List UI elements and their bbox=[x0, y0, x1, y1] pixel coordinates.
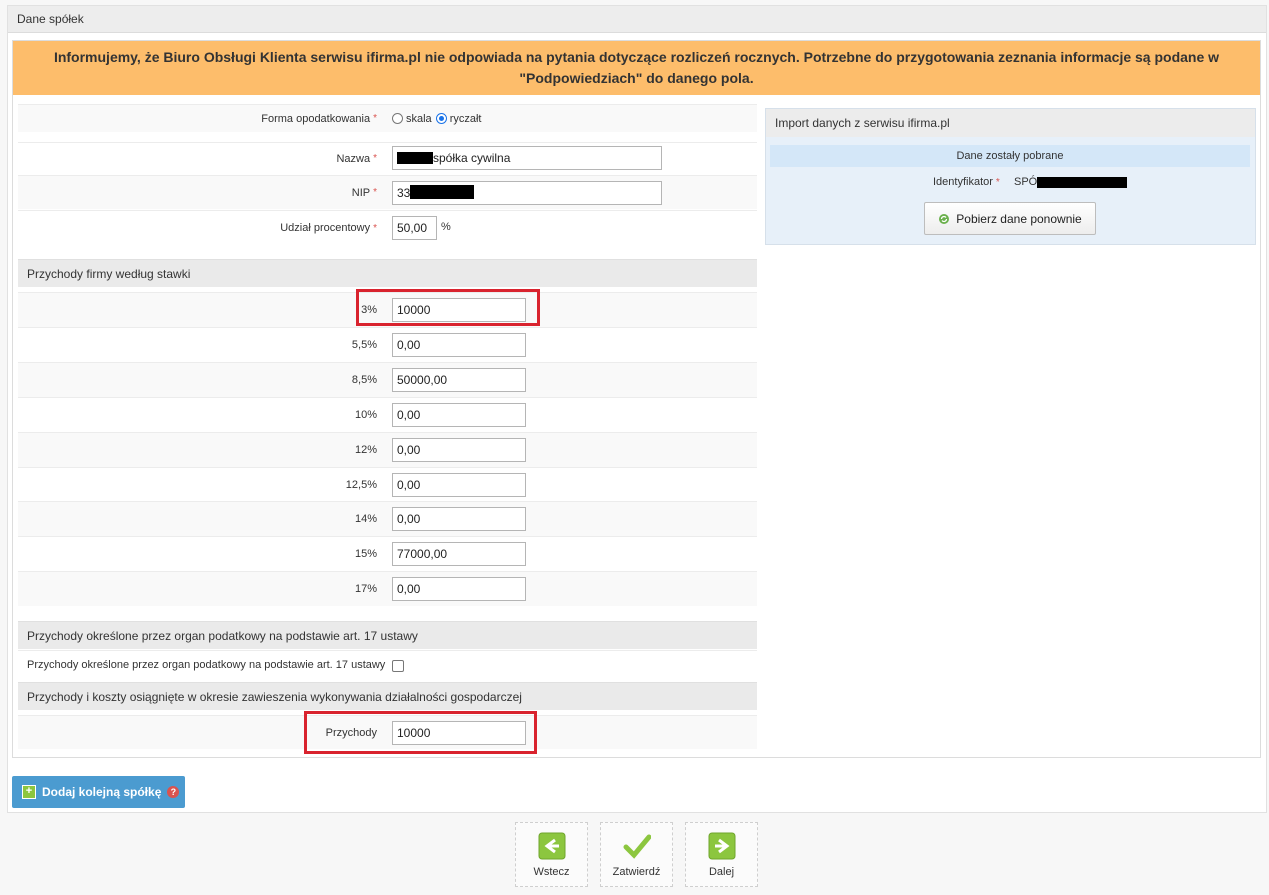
rate-value-input[interactable]: 0,00 bbox=[392, 403, 526, 427]
required-mark: * bbox=[373, 113, 377, 124]
identifier-value: SPÓ bbox=[1014, 176, 1128, 188]
redacted-block bbox=[410, 185, 475, 199]
rate-label: 17% bbox=[354, 583, 377, 595]
import-status: Dane zostały pobrane bbox=[770, 145, 1250, 167]
rate-label: 12,5% bbox=[345, 479, 377, 491]
rate-value-input[interactable]: 0,00 bbox=[392, 333, 526, 357]
highlight-box-suspension bbox=[304, 711, 537, 754]
revenue-rate-row: 15% bbox=[18, 536, 757, 571]
suspension-section-title: Przychody i koszty osiągnięte w okresie … bbox=[18, 682, 757, 710]
rate-value-input[interactable]: 0,00 bbox=[392, 577, 526, 601]
arrow-left-icon bbox=[538, 832, 565, 860]
redacted-block bbox=[1037, 176, 1128, 188]
import-title: Import danych z serwisu ifirma.pl bbox=[766, 109, 1255, 137]
rate-value-input[interactable]: 0,00 bbox=[392, 438, 526, 462]
required-mark: * bbox=[373, 187, 377, 198]
highlight-box-3-percent bbox=[356, 289, 540, 326]
identifier-label: Identyfikator bbox=[933, 176, 993, 188]
arrow-right-icon bbox=[708, 832, 735, 860]
tax-form-label: Forma opodatkowania bbox=[261, 112, 371, 125]
revenue-rate-row: 8,5% bbox=[18, 362, 757, 397]
nip-value: 33 bbox=[397, 186, 411, 200]
art17-checkbox[interactable] bbox=[392, 660, 404, 672]
identifier-text: SPÓ bbox=[1014, 176, 1038, 188]
next-button[interactable]: Dalej bbox=[685, 822, 758, 887]
tax-form-row: Forma opodatkowania * skala ryczałt bbox=[18, 104, 757, 132]
name-input[interactable]: spółka cywilna bbox=[392, 146, 662, 170]
plus-icon: + bbox=[22, 785, 36, 799]
revenue-rate-row: 5,5% bbox=[18, 327, 757, 362]
revenue-rate-row: 14% bbox=[18, 501, 757, 536]
checkmark-icon bbox=[623, 834, 651, 859]
radio-skala-label: skala bbox=[406, 112, 432, 125]
add-company-label: Dodaj kolejną spółkę bbox=[42, 785, 162, 799]
rate-label: 15% bbox=[354, 548, 377, 560]
refresh-button-label: Pobierz dane ponownie bbox=[956, 211, 1082, 226]
back-button[interactable]: Wstecz bbox=[515, 822, 588, 887]
required-mark: * bbox=[373, 222, 377, 234]
rate-label: 12% bbox=[354, 444, 377, 456]
confirm-button[interactable]: Zatwierdź bbox=[600, 822, 673, 887]
rate-label: 8,5% bbox=[351, 374, 377, 386]
name-value: spółka cywilna bbox=[433, 151, 511, 165]
share-label: Udział procentowy bbox=[280, 222, 371, 234]
required-mark: * bbox=[373, 153, 377, 164]
share-input[interactable]: 50,00 bbox=[392, 216, 437, 240]
rate-value-input[interactable]: 50000,00 bbox=[392, 368, 526, 392]
revenue-rate-row: 12,5% bbox=[18, 467, 757, 502]
rate-value-input[interactable]: 77000,00 bbox=[392, 542, 526, 566]
refresh-icon bbox=[939, 213, 950, 224]
nip-input[interactable]: 33 bbox=[392, 181, 662, 205]
share-row: Udział procentowy * bbox=[18, 210, 757, 245]
art17-section-title: Przychody określone przez organ podatkow… bbox=[18, 621, 757, 649]
add-company-button[interactable]: + Dodaj kolejną spółkę ? bbox=[12, 776, 185, 808]
refresh-data-button[interactable]: Pobierz dane ponownie bbox=[924, 202, 1096, 235]
rate-label: 14% bbox=[354, 513, 377, 525]
rate-label: 10% bbox=[354, 409, 377, 421]
revenue-section-title: Przychody firmy według stawki bbox=[18, 259, 757, 287]
required-mark: * bbox=[995, 177, 1000, 188]
name-label: Nazwa bbox=[336, 152, 371, 165]
back-label: Wstecz bbox=[533, 866, 570, 878]
radio-ryczalt[interactable] bbox=[435, 113, 447, 124]
radio-ryczalt-label: ryczałt bbox=[449, 112, 482, 125]
confirm-label: Zatwierdź bbox=[612, 866, 661, 878]
share-unit: % bbox=[441, 221, 451, 233]
art17-row: Przychody określone przez organ podatkow… bbox=[18, 650, 757, 678]
rate-value-input[interactable]: 0,00 bbox=[392, 473, 526, 497]
rate-value-input[interactable]: 0,00 bbox=[392, 507, 526, 531]
rate-label: 5,5% bbox=[351, 339, 377, 351]
revenue-rate-row: 12% bbox=[18, 432, 757, 467]
revenue-rate-row: 10% bbox=[18, 397, 757, 432]
nip-label: NIP bbox=[351, 186, 371, 199]
help-icon[interactable]: ? bbox=[167, 786, 180, 798]
next-label: Dalej bbox=[708, 866, 735, 878]
redacted-block bbox=[397, 152, 433, 164]
revenue-rate-row: 17% bbox=[18, 571, 757, 606]
art17-checkbox-label: Przychody określone przez organ podatkow… bbox=[27, 658, 386, 671]
panel-title: Dane spółek bbox=[8, 6, 1266, 33]
radio-skala[interactable] bbox=[392, 113, 403, 124]
info-banner: Informujemy, że Biuro Obsługi Klienta se… bbox=[13, 41, 1260, 95]
